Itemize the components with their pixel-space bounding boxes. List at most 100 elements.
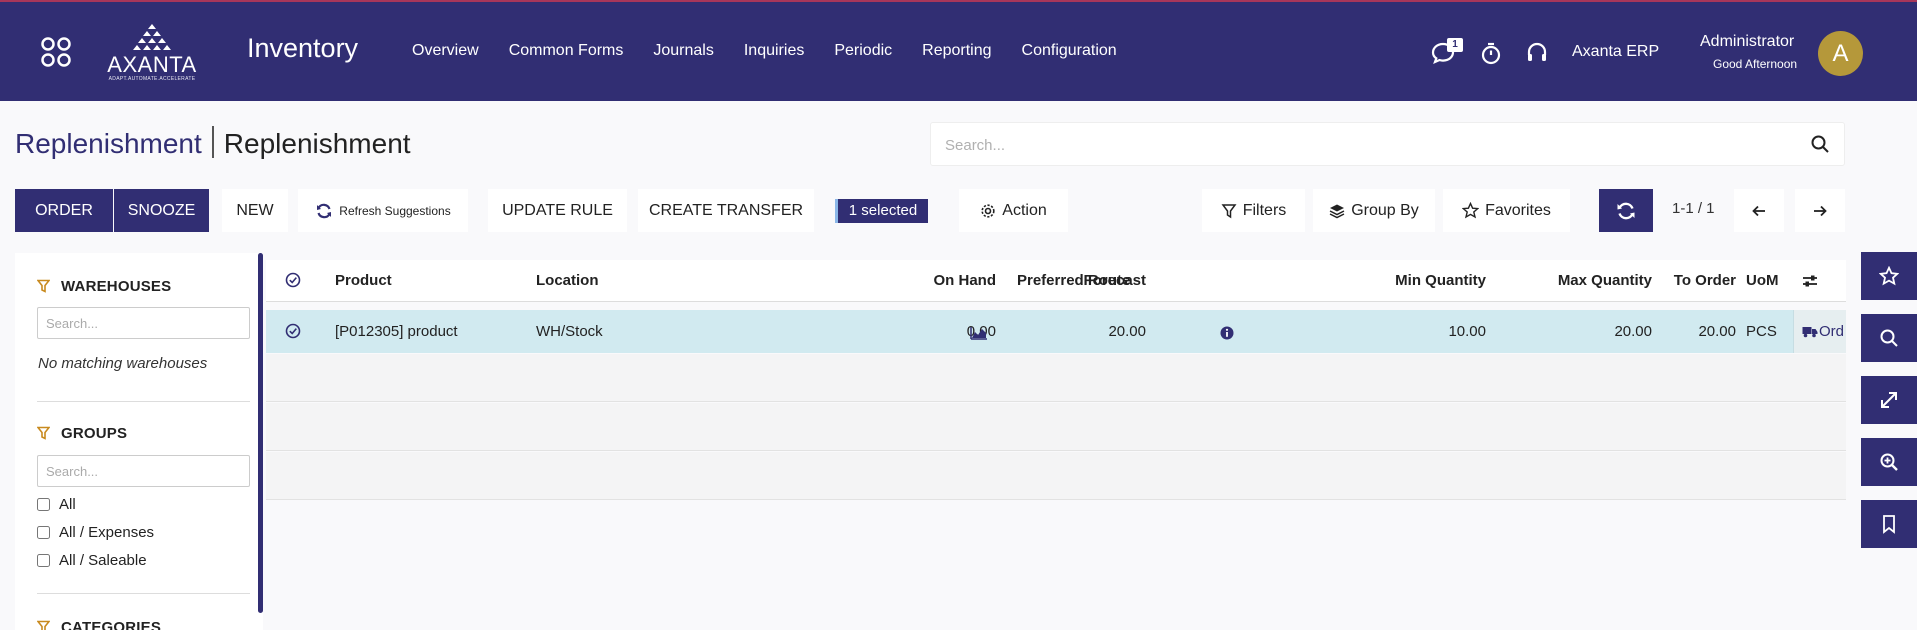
next-page-button[interactable] [1795,189,1845,232]
cell-to-order[interactable]: 20.00 [1666,323,1736,340]
group-checkbox-all[interactable]: All [37,496,76,513]
order-once-button[interactable]: Ord [1793,310,1846,353]
previous-page-button[interactable] [1734,189,1784,232]
groups-search-input[interactable] [37,455,250,487]
user-avatar[interactable]: A [1818,31,1863,76]
action-label: Action [1002,201,1047,219]
main-menu: Overview Common Forms Journals Inquiries… [412,42,1147,60]
menu-overview[interactable]: Overview [412,42,479,60]
dock-favorites-button[interactable] [1861,252,1917,300]
group-checkbox-saleable[interactable]: All / Saleable [37,552,147,569]
replenishment-table: Product Location On Hand Forecast Prefer… [266,260,1846,630]
refresh-suggestions-button[interactable]: Refresh Suggestions [298,189,468,232]
warehouses-search-input[interactable] [37,307,250,339]
dock-zoom-button[interactable] [1861,438,1917,486]
info-icon[interactable] [1220,326,1234,340]
column-to-order[interactable]: To Order [1666,272,1736,289]
new-button[interactable]: NEW [222,189,288,232]
section-divider [37,401,250,402]
menu-periodic[interactable]: Periodic [834,42,892,60]
messages-count-badge: 1 [1447,38,1463,52]
star-icon [1879,266,1899,286]
search-bar [930,122,1845,166]
empty-row [266,354,1846,402]
action-menu-button[interactable]: Action [959,189,1068,232]
groups-section-title[interactable]: GROUPS [37,425,127,442]
filters-label: Filters [1242,201,1287,219]
column-settings-icon[interactable] [1802,273,1818,289]
cell-uom[interactable]: PCS [1746,323,1777,340]
dock-search-button[interactable] [1861,314,1917,362]
filter-icon [1221,203,1237,218]
group-by-label: Group By [1351,201,1419,219]
breadcrumb-parent[interactable]: Replenishment [15,128,202,159]
checkbox[interactable] [37,554,50,567]
order-button[interactable]: ORDER [15,189,113,232]
breadcrumb: Replenishment Replenishment [15,126,411,160]
star-icon [1462,202,1480,219]
menu-common-forms[interactable]: Common Forms [509,42,624,60]
table-row[interactable]: [P012305] product WH/Stock 0.00 20.00 10… [266,310,1846,353]
column-uom[interactable]: UoM [1746,272,1779,289]
section-divider [37,593,250,594]
column-location[interactable]: Location [536,272,599,289]
cell-max-quantity[interactable]: 20.00 [1532,323,1652,340]
menu-reporting[interactable]: Reporting [922,42,991,60]
update-rule-button[interactable]: UPDATE RULE [488,189,627,232]
apps-menu-icon[interactable] [40,36,72,68]
row-checkbox-checked-icon[interactable] [285,323,301,339]
company-switcher[interactable]: Axanta ERP [1572,43,1659,61]
cell-forecast[interactable]: 20.00 [1046,323,1146,340]
app-title[interactable]: Inventory [247,33,358,64]
company-logo[interactable]: AXANTA ADAPT.AUTOMATE.ACCELERATE [104,22,200,84]
group-by-button[interactable]: Group By [1313,189,1435,232]
arrow-right-icon [1814,205,1827,216]
logo-tagline: ADAPT.AUTOMATE.ACCELERATE [108,76,196,82]
warehouses-section-title[interactable]: WAREHOUSES [37,278,171,295]
menu-journals[interactable]: Journals [653,42,713,60]
logo-text: AXANTA [107,52,197,77]
menu-inquiries[interactable]: Inquiries [744,42,804,60]
forecast-chart-icon[interactable] [970,326,988,340]
empty-row [266,452,1846,500]
filter-icon [37,620,50,630]
column-on-hand[interactable]: On Hand [926,272,997,289]
pager-value[interactable]: 1-1 / 1 [1672,200,1715,217]
filters-button[interactable]: Filters [1202,189,1305,232]
search-input[interactable] [945,133,1765,157]
column-preferred-route[interactable]: Preferred Route [1017,272,1130,289]
filter-sidebar: WAREHOUSES No matching warehouses GROUPS… [15,253,263,630]
cell-min-quantity[interactable]: 10.00 [1366,323,1486,340]
column-product[interactable]: Product [335,272,392,289]
categories-section-title[interactable]: CATEGORIES [37,619,161,630]
cell-location[interactable]: WH/Stock [536,323,603,340]
support-headset-icon[interactable] [1524,40,1550,66]
logo-mark-icon [133,24,171,50]
checkbox[interactable] [37,526,50,539]
dock-bookmark-button[interactable] [1861,500,1917,548]
select-all-checkbox-icon[interactable] [285,272,301,288]
bookmark-icon [1883,515,1895,534]
checkbox[interactable] [37,498,50,511]
cell-product[interactable]: [P012305] product [335,323,458,340]
menu-configuration[interactable]: Configuration [1022,42,1117,60]
table-header: Product Location On Hand Forecast Prefer… [266,260,1846,302]
refresh-icon [317,203,332,218]
group-checkbox-expenses[interactable]: All / Expenses [37,524,154,541]
stopwatch-icon[interactable] [1478,40,1504,66]
search-icon [1880,329,1898,347]
expand-icon [1881,392,1897,408]
column-min-quantity[interactable]: Min Quantity [1366,272,1486,289]
search-icon[interactable] [1810,134,1830,154]
top-navbar: AXANTA ADAPT.AUTOMATE.ACCELERATE Invento… [0,0,1917,101]
user-name[interactable]: Administrator [1700,33,1794,51]
favorites-button[interactable]: Favorites [1443,189,1570,232]
dock-expand-button[interactable] [1861,376,1917,424]
column-max-quantity[interactable]: Max Quantity [1532,272,1652,289]
breadcrumb-current: Replenishment [223,128,411,159]
sidebar-scrollbar[interactable] [258,253,263,613]
create-transfer-button[interactable]: CREATE TRANSFER [638,189,814,232]
snooze-button[interactable]: SNOOZE [114,189,209,232]
zoom-in-icon [1880,453,1898,471]
reload-button[interactable] [1599,189,1653,232]
